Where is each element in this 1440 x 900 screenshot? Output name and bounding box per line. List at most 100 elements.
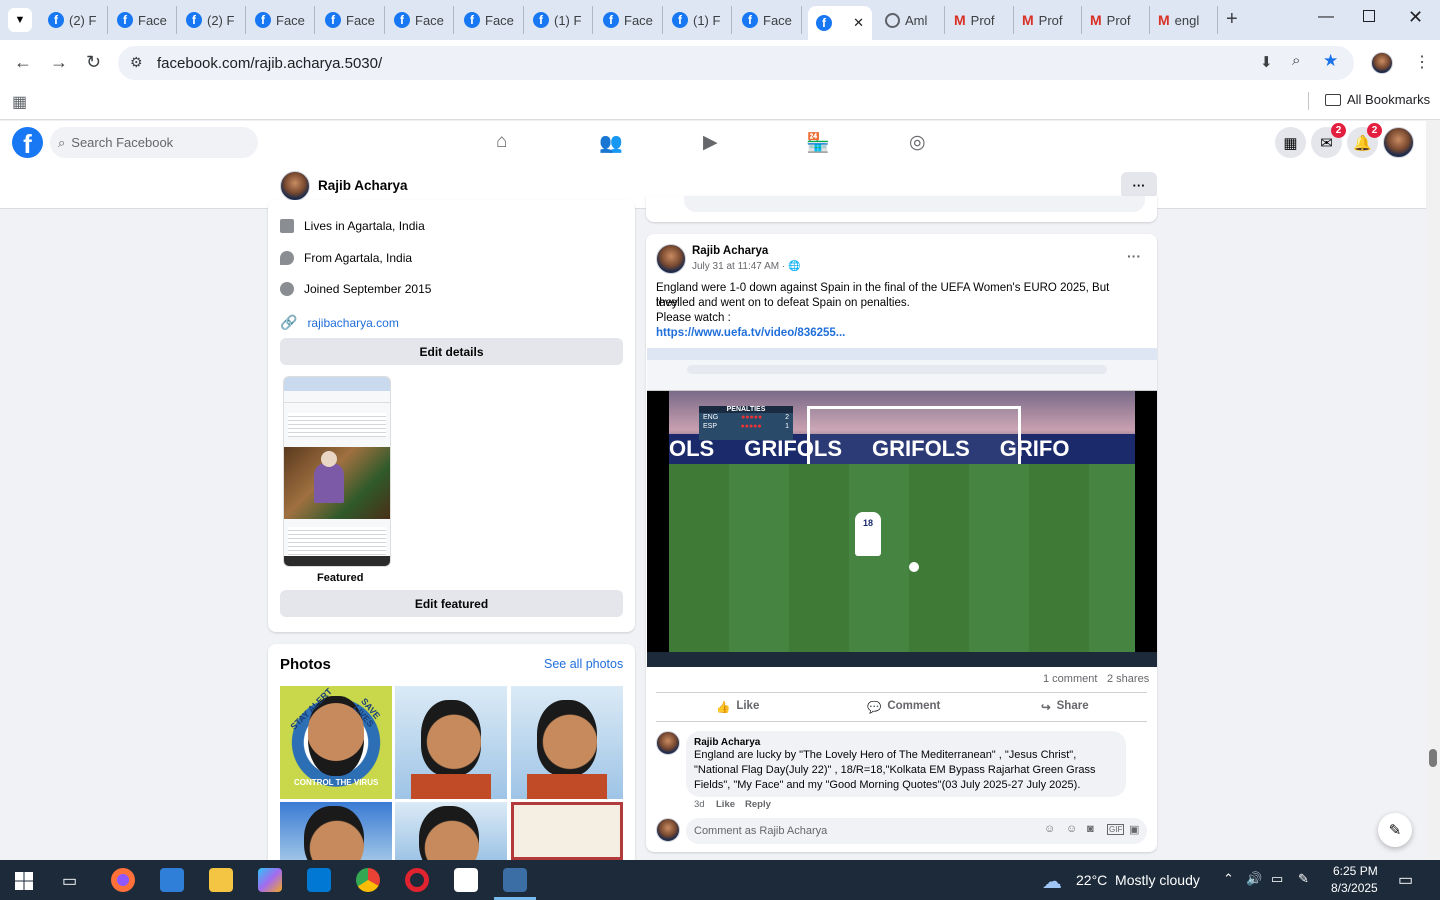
scrollbar-thumb[interactable] (1429, 749, 1437, 767)
sticker-icon[interactable]: ▣ (1129, 823, 1139, 836)
notification-center-icon[interactable]: ▭ (1398, 870, 1413, 890)
pen-icon[interactable]: ✎ (1298, 871, 1309, 887)
all-bookmarks-button[interactable]: All Bookmarks (1325, 92, 1430, 107)
page-scrollbar[interactable] (1426, 121, 1440, 860)
firefox-icon[interactable] (111, 868, 135, 892)
from-place[interactable]: Agartala, India (335, 251, 412, 265)
comment-button[interactable]: 💬 Comment (867, 700, 940, 714)
url-text[interactable]: facebook.com/rajib.acharya.5030/ (157, 55, 382, 72)
previous-comment-input[interactable] (684, 196, 1145, 212)
profile-bar-name[interactable]: Rajib Acharya (318, 178, 408, 193)
browser-tab[interactable]: f Face (317, 6, 385, 34)
see-all-photos-link[interactable]: See all photos (544, 657, 623, 671)
commenter-avatar[interactable] (656, 731, 680, 755)
comments-count[interactable]: 1 comment (1043, 673, 1097, 685)
profile-bar-avatar[interactable] (280, 171, 310, 201)
share-button[interactable]: ↪ Share (1041, 700, 1089, 714)
clock-time[interactable]: 6:25 PM (1333, 864, 1378, 878)
maximize-button[interactable] (1363, 10, 1375, 22)
clock-date[interactable]: 8/3/2025 (1331, 881, 1378, 895)
comment-reply-button[interactable]: Reply (745, 799, 771, 810)
like-button[interactable]: 👍 Like (716, 700, 759, 714)
new-tab-button[interactable]: + (1226, 8, 1238, 31)
account-avatar[interactable] (1383, 127, 1414, 158)
file-explorer-icon[interactable] (209, 868, 233, 892)
tray-chevron-icon[interactable]: ⌃ (1223, 871, 1234, 887)
copilot-icon[interactable] (258, 868, 282, 892)
close-tab-icon[interactable]: ✕ (853, 15, 864, 31)
weather-text[interactable]: 22°C Mostly cloudy (1076, 872, 1200, 888)
task-view-icon[interactable]: ▭ (62, 871, 77, 891)
messenger-button[interactable]: ✉ 2 (1311, 123, 1346, 158)
minimize-button[interactable]: — (1318, 8, 1334, 26)
edit-details-button[interactable]: Edit details (280, 338, 623, 365)
facebook-logo-icon[interactable]: f (12, 127, 43, 158)
website-link[interactable]: rajibacharya.com (307, 316, 398, 330)
lives-place[interactable]: Agartala, India (347, 219, 424, 233)
browser-tab[interactable]: f (1) F (664, 6, 732, 34)
video-icon[interactable]: ▶ (703, 131, 718, 154)
comment-author[interactable]: Rajib Acharya (694, 737, 760, 748)
bookmark-star-icon[interactable]: ★ (1323, 51, 1338, 71)
post-author-avatar[interactable] (656, 244, 686, 274)
app-icon-blue[interactable] (160, 868, 184, 892)
post-options-icon[interactable]: ··· (1127, 248, 1141, 264)
home-icon[interactable]: ⌂ (496, 131, 507, 153)
browser-tab[interactable]: f (1) F (525, 6, 593, 34)
new-message-button[interactable]: ✎ (1378, 813, 1412, 847)
browser-tab[interactable]: f Face (109, 6, 177, 34)
tab-search-button[interactable]: ▼ (8, 8, 32, 32)
browser-tab[interactable]: f Face (386, 6, 454, 34)
featured-thumbnail[interactable] (283, 376, 391, 567)
menu-kebab-icon[interactable]: ⋮ (1414, 52, 1430, 72)
browser-tab[interactable]: f (2) F (178, 6, 246, 34)
store-icon[interactable] (307, 868, 331, 892)
menu-grid-button[interactable]: ▦ (1275, 127, 1306, 158)
zoom-icon[interactable]: ⌕ (1292, 52, 1300, 69)
browser-tab[interactable]: f Face (734, 6, 802, 34)
post-author-name[interactable]: Rajib Acharya (692, 245, 768, 257)
browser-tab[interactable]: f (2) F (40, 6, 108, 34)
weather-cloud-icon[interactable]: ☁ (1042, 869, 1062, 894)
edit-featured-button[interactable]: Edit featured (280, 590, 623, 617)
browser-tab[interactable]: f Face (456, 6, 524, 34)
browser-tab[interactable]: M Prof (1014, 6, 1082, 34)
browser-tab[interactable]: Mengl (1150, 6, 1218, 34)
back-button[interactable]: ← (14, 52, 32, 73)
post-time-text[interactable]: July 31 at 11:47 AM · (692, 261, 788, 272)
windows-start-icon[interactable] (15, 872, 33, 890)
install-app-icon[interactable]: ⬇ (1260, 53, 1273, 71)
photo-portrait-3[interactable] (280, 802, 392, 860)
forward-button[interactable]: → (50, 52, 68, 73)
search-facebook-input[interactable]: ⌕ Search Facebook (50, 127, 258, 158)
comment-like-button[interactable]: Like (716, 799, 735, 810)
photos-app-icon[interactable] (503, 868, 527, 892)
chrome-icon[interactable] (356, 868, 380, 892)
browser-tab[interactable]: Aml (877, 6, 945, 34)
marketplace-icon[interactable]: 🏪 (806, 131, 830, 155)
photo-portrait-4[interactable] (395, 802, 507, 860)
gif-icon[interactable]: GIF (1107, 824, 1125, 835)
photo-portrait-2[interactable] (511, 686, 623, 799)
comment-age[interactable]: 3d (694, 799, 705, 810)
volume-icon[interactable]: 🔊 (1246, 871, 1262, 887)
post-video[interactable]: OLS GRIFOLS GRIFOLS GRIFO PENALTIES ENG ●… (647, 348, 1157, 667)
photo-certificate[interactable] (511, 802, 623, 860)
photo-stay-alert[interactable]: STAY ALERT SAVE LIVES CONTROL THE VIRUS (280, 686, 392, 799)
network-icon[interactable]: ▭ (1271, 871, 1283, 887)
my-comment-avatar[interactable] (656, 818, 680, 842)
opera-icon[interactable] (405, 868, 429, 892)
profile-avatar[interactable] (1371, 52, 1393, 74)
reload-button[interactable]: ↻ (86, 52, 101, 73)
groups-icon[interactable]: ◎ (909, 131, 926, 154)
comment-input[interactable]: Comment as Rajib Acharya ☺ ☺ ◙ GIF ▣ (686, 818, 1147, 844)
photo-portrait-1[interactable] (395, 686, 507, 799)
site-info-icon[interactable]: ⚙ (130, 54, 143, 71)
notepad-icon[interactable] (454, 868, 478, 892)
browser-tab[interactable]: f Face (595, 6, 663, 34)
post-link[interactable]: https://www.uefa.tv/video/836255... (656, 326, 845, 341)
emoji-icon[interactable]: ☺ (1066, 823, 1077, 835)
notifications-button[interactable]: 🔔 2 (1347, 123, 1382, 158)
browser-tab[interactable]: f Face (247, 6, 315, 34)
apps-grid-icon[interactable]: ▦ (12, 92, 27, 112)
